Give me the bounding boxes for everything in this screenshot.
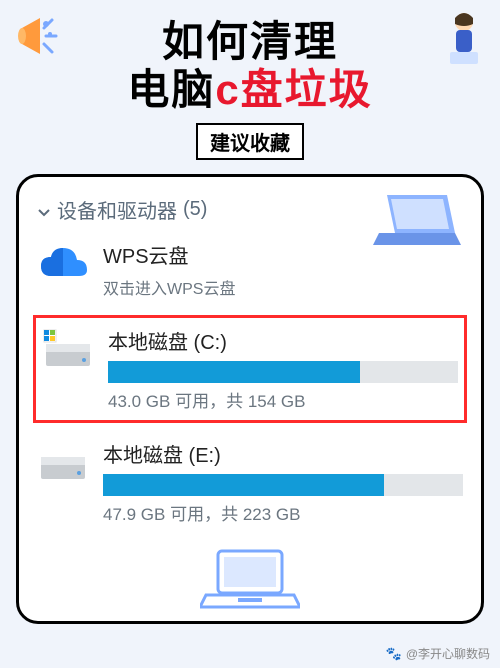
title-line-2: 电脑c盘垃圾 — [0, 66, 500, 114]
storage-bar — [108, 361, 458, 383]
storage-bar-fill — [108, 361, 360, 383]
bookmark-badge: 建议收藏 — [196, 123, 304, 160]
drive-local-e[interactable]: 本地磁盘 (E:) 47.9 GB 可用，共 223 GB — [29, 429, 471, 535]
explorer-card: 设备和驱动器 (5) WPS云盘 双击进入WPS云盘 — [16, 174, 484, 624]
cloud-icon — [37, 242, 89, 288]
drive-name: 本地磁盘 (C:) — [108, 326, 458, 355]
title-line-1: 如何清理 — [0, 18, 500, 66]
author-footer: 🐾 @李开心聊数码 — [386, 645, 490, 662]
drive-name: 本地磁盘 (E:) — [103, 439, 463, 468]
storage-bar — [103, 474, 463, 496]
laptop-decoration-top — [369, 189, 463, 255]
drive-local-c[interactable]: 本地磁盘 (C:) 43.0 GB 可用，共 154 GB — [33, 315, 467, 423]
author-name: @李开心聊数码 — [406, 645, 490, 662]
disk-icon — [37, 441, 89, 487]
page-title: 如何清理 电脑c盘垃圾 — [0, 0, 500, 115]
section-count: (5) — [183, 198, 207, 221]
paw-icon: 🐾 — [386, 646, 402, 662]
megaphone-icon — [12, 12, 60, 60]
laptop-decoration-bottom — [200, 547, 300, 615]
drive-stats: 43.0 GB 可用，共 154 GB — [108, 387, 458, 412]
chevron-down-icon — [37, 202, 51, 216]
drive-subtitle: 双击进入WPS云盘 — [103, 275, 463, 299]
section-label: 设备和驱动器 — [57, 195, 177, 224]
storage-bar-fill — [103, 474, 384, 496]
drive-stats: 47.9 GB 可用，共 223 GB — [103, 500, 463, 525]
person-illustration — [440, 8, 488, 66]
disk-icon — [42, 328, 94, 374]
